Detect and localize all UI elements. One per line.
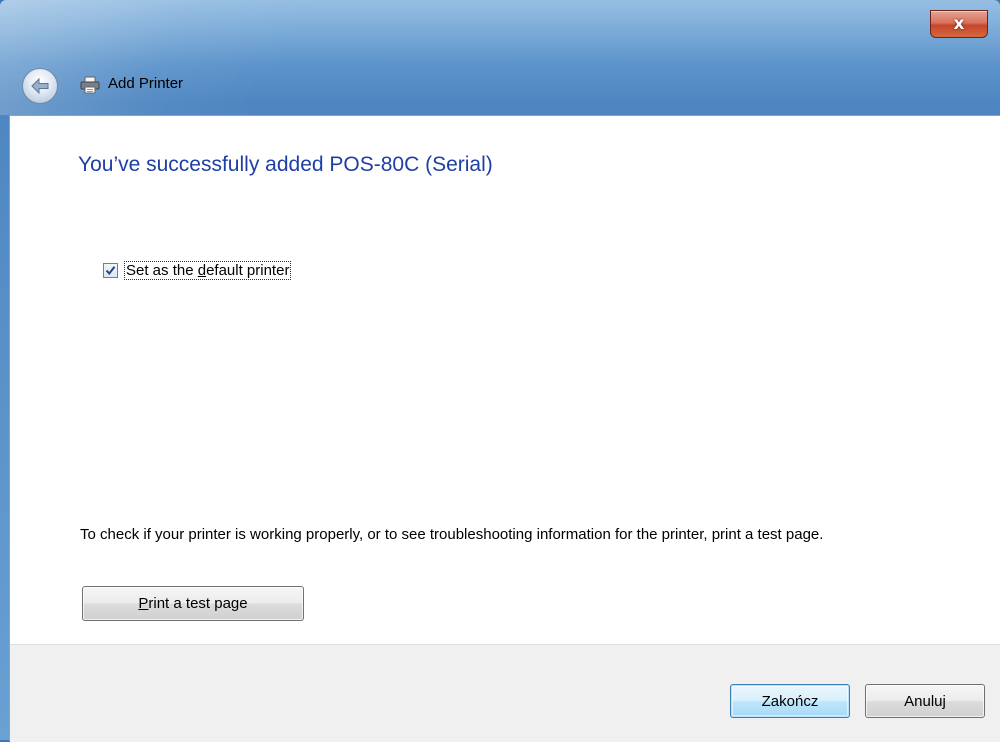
window-title: Add Printer [108,75,184,92]
back-arrow-icon [31,78,49,94]
default-printer-option[interactable]: Set as the default printer [103,261,292,280]
printer-icon [80,76,100,94]
checkmark-icon [105,266,116,276]
page-title: You’ve successfully added POS-80C (Seria… [78,153,493,176]
cancel-button[interactable]: Anuluj [865,684,985,718]
button-bar: Zakończ Anuluj [10,644,1000,742]
close-icon: x [953,14,965,34]
default-printer-label[interactable]: Set as the default printer [124,261,292,280]
close-button[interactable]: x [930,10,988,38]
title-bar[interactable] [0,0,1000,115]
print-test-page-button[interactable]: Print a test page [82,586,304,621]
test-page-info: To check if your printer is working prop… [80,526,824,543]
wizard-content: You’ve successfully added POS-80C (Seria… [9,115,1000,742]
default-printer-checkbox[interactable] [103,263,118,278]
back-button[interactable] [22,68,58,104]
finish-button[interactable]: Zakończ [730,684,850,718]
